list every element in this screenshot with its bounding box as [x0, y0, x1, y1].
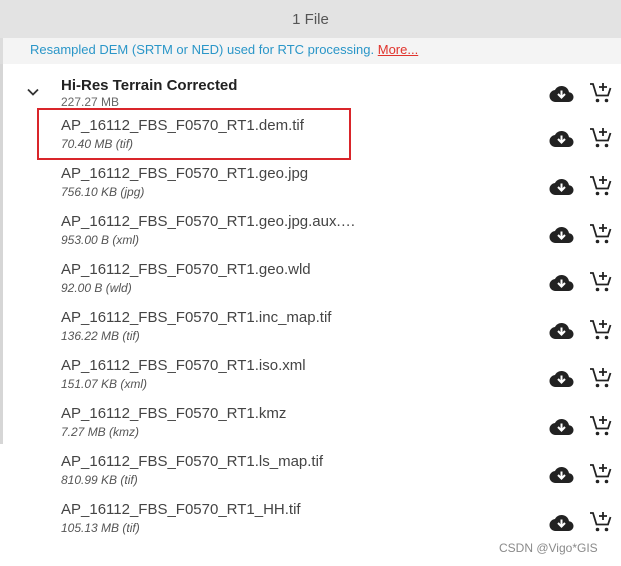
- file-row: AP_16112_FBS_F0570_RT1.kmz 7.27 MB (kmz): [0, 400, 621, 448]
- file-size: 92.00 B (wld): [61, 281, 132, 295]
- file-size: 953.00 B (xml): [61, 233, 140, 247]
- file-name: AP_16112_FBS_F0570_RT1.dem.tif: [61, 117, 304, 134]
- file-size: 105.13 MB (tif): [61, 521, 140, 535]
- file-name: AP_16112_FBS_F0570_RT1.geo.wld: [61, 261, 311, 278]
- chevron-down-icon[interactable]: [26, 85, 40, 99]
- group-title: Hi-Res Terrain Corrected: [61, 77, 238, 94]
- cloud-download-icon[interactable]: [549, 273, 574, 293]
- file-size: 136.22 MB (tif): [61, 329, 140, 343]
- cloud-download-icon[interactable]: [549, 321, 574, 341]
- file-name: AP_16112_FBS_F0570_RT1.iso.xml: [61, 357, 306, 374]
- file-row: AP_16112_FBS_F0570_RT1.geo.wld 92.00 B (w…: [0, 256, 621, 304]
- more-link[interactable]: More...: [378, 42, 418, 57]
- cloud-download-icon[interactable]: [549, 465, 574, 485]
- cloud-download-icon[interactable]: [549, 225, 574, 245]
- cloud-download-icon[interactable]: [549, 84, 574, 104]
- info-bar: Resampled DEM (SRTM or NED) used for RTC…: [0, 38, 621, 64]
- add-to-cart-icon[interactable]: [589, 127, 613, 149]
- file-name: AP_16112_FBS_F0570_RT1_HH.tif: [61, 501, 301, 518]
- file-row: AP_16112_FBS_F0570_RT1_HH.tif 105.13 MB (…: [0, 496, 621, 544]
- product-group: Hi-Res Terrain Corrected 227.27 MB: [0, 64, 621, 114]
- file-name: AP_16112_FBS_F0570_RT1.geo.jpg: [61, 165, 309, 182]
- info-text: Resampled DEM (SRTM or NED) used for RTC…: [30, 42, 375, 57]
- group-size: 227.27 MB: [61, 95, 120, 109]
- file-row: AP_16112_FBS_F0570_RT1.iso.xml 151.07 KB …: [0, 352, 621, 400]
- file-name: AP_16112_FBS_F0570_RT1.inc_map.tif: [61, 309, 332, 326]
- header-title: 1 File: [292, 10, 329, 28]
- file-row: AP_16112_FBS_F0570_RT1.dem.tif 70.40 MB (…: [0, 112, 621, 160]
- watermark: CSDN @Vigo*GIS: [499, 541, 598, 555]
- add-to-cart-icon[interactable]: [589, 367, 613, 389]
- page-header: 1 File: [0, 0, 621, 38]
- add-to-cart-icon[interactable]: [589, 511, 613, 533]
- file-size: 756.10 KB (jpg): [61, 185, 145, 199]
- cloud-download-icon[interactable]: [549, 417, 574, 437]
- file-row: AP_16112_FBS_F0570_RT1.geo.jpg 756.10 KB …: [0, 160, 621, 208]
- file-row: AP_16112_FBS_F0570_RT1.geo.jpg.aux.… 953.…: [0, 208, 621, 256]
- file-name: AP_16112_FBS_F0570_RT1.ls_map.tif: [61, 453, 324, 470]
- file-size: 7.27 MB (kmz): [61, 425, 140, 439]
- file-row: AP_16112_FBS_F0570_RT1.ls_map.tif 810.99 …: [0, 448, 621, 496]
- file-name: AP_16112_FBS_F0570_RT1.geo.jpg.aux.…: [61, 213, 356, 230]
- file-size: 151.07 KB (xml): [61, 377, 148, 391]
- file-size: 810.99 KB (tif): [61, 473, 138, 487]
- cloud-download-icon[interactable]: [549, 177, 574, 197]
- add-to-cart-icon[interactable]: [589, 319, 613, 341]
- add-to-cart-icon[interactable]: [589, 415, 613, 437]
- file-size: 70.40 MB (tif): [61, 137, 134, 151]
- add-to-cart-icon[interactable]: [589, 271, 613, 293]
- file-row: AP_16112_FBS_F0570_RT1.inc_map.tif 136.22…: [0, 304, 621, 352]
- cloud-download-icon[interactable]: [549, 513, 574, 533]
- add-to-cart-icon[interactable]: [589, 82, 613, 104]
- add-to-cart-icon[interactable]: [589, 223, 613, 245]
- file-name: AP_16112_FBS_F0570_RT1.kmz: [61, 405, 287, 422]
- add-to-cart-icon[interactable]: [589, 175, 613, 197]
- cloud-download-icon[interactable]: [549, 369, 574, 389]
- add-to-cart-icon[interactable]: [589, 463, 613, 485]
- cloud-download-icon[interactable]: [549, 129, 574, 149]
